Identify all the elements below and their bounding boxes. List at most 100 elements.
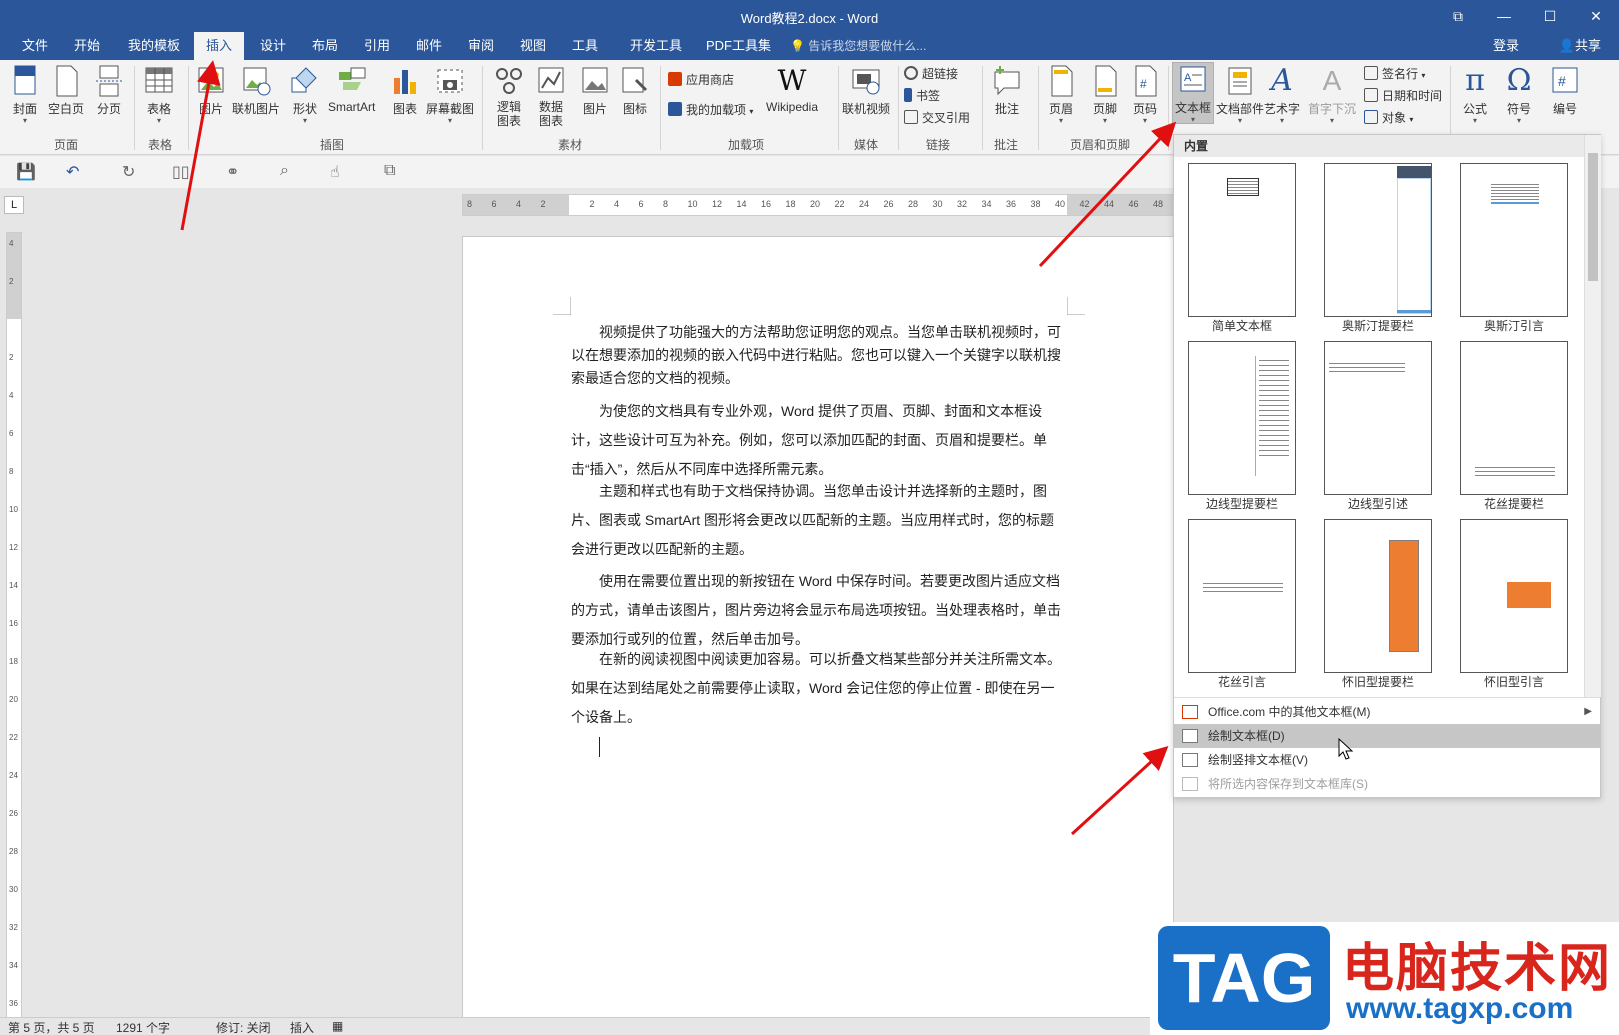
data-chart-button[interactable]: 数据 图表 <box>536 64 566 128</box>
my-addins-button[interactable]: 我的加载项 ▾ <box>668 100 753 120</box>
draw-vertical-textbox-menu-item[interactable]: 绘制竖排文本框(V) <box>1174 748 1600 772</box>
gallery-thumb-retro-quote[interactable] <box>1460 519 1568 673</box>
signature-line-button[interactable]: 签名行 ▾ <box>1364 64 1425 84</box>
footer-button[interactable]: 页脚 ▾ <box>1090 64 1120 125</box>
gallery-thumb-austin-quote[interactable] <box>1460 163 1568 317</box>
tab-selector[interactable]: L <box>4 196 24 214</box>
draw-textbox-menu-item[interactable]: 绘制文本框(D) <box>1174 724 1600 748</box>
window-title: Word教程2.docx - Word <box>740 11 879 26</box>
minimize-button[interactable]: — <box>1481 0 1527 32</box>
online-video-button[interactable]: 联机视频 <box>842 64 890 117</box>
scrollbar-thumb[interactable] <box>1588 153 1598 281</box>
page-number-button[interactable]: # 页码 ▾ <box>1130 64 1160 125</box>
page-break-button[interactable]: 分页 <box>94 64 124 117</box>
undo-icon[interactable]: ↶ <box>66 162 79 182</box>
tab-view[interactable]: 视图 <box>514 32 552 60</box>
page-count[interactable]: 第 5 页，共 5 页 <box>8 1019 95 1035</box>
gallery-thumb-filigree-quote[interactable] <box>1188 519 1296 673</box>
symbol-button[interactable]: Ω 符号 ▾ <box>1504 64 1534 125</box>
chart-icon <box>394 70 416 94</box>
comment-button[interactable]: 批注 <box>992 64 1022 117</box>
touch-mode-icon[interactable]: ☝ <box>330 162 340 182</box>
object-button[interactable]: 对象 ▾ <box>1364 108 1413 128</box>
lightbulb-icon: 💡 <box>790 39 805 53</box>
tab-design[interactable]: 设计 <box>254 32 292 60</box>
read-mode-icon[interactable]: ▯▯ <box>172 162 190 182</box>
wordart-button[interactable]: A 艺术字 ▾ <box>1264 64 1300 125</box>
picture-button[interactable]: 图片 <box>196 64 226 117</box>
tab-file[interactable]: 文件 <box>16 32 54 60</box>
tab-developer[interactable]: 开发工具 <box>624 32 688 60</box>
gallery-thumb-border-sidebar[interactable] <box>1188 341 1296 495</box>
link-icon[interactable]: ⚭ <box>226 162 239 182</box>
gallery-thumb-austin-sidebar[interactable] <box>1324 163 1432 317</box>
table-button[interactable]: 表格 ▾ <box>144 64 174 125</box>
ruler-tick-label: 10 <box>687 199 698 209</box>
textbox-button[interactable]: A 文本框 ▾ <box>1172 62 1214 124</box>
maximize-button[interactable]: ☐ <box>1527 0 1573 32</box>
tab-pdf-tools[interactable]: PDF工具集 <box>700 32 777 60</box>
tab-my-templates[interactable]: 我的模板 <box>122 32 186 60</box>
wikipedia-button[interactable]: W Wikipedia <box>766 64 818 114</box>
login-link[interactable]: 登录 <box>1493 32 1519 60</box>
group-label-illustrations: 插图 <box>320 138 345 152</box>
svg-text:#: # <box>1558 73 1566 89</box>
save-icon[interactable]: 💾 <box>16 162 36 182</box>
save-selection-menu-item: 将所选内容保存到文本框库(S) <box>1174 772 1600 796</box>
logic-chart-button[interactable]: 逻辑 图表 <box>494 64 524 128</box>
shapes-button[interactable]: 形状 ▾ <box>290 64 320 125</box>
tab-references[interactable]: 引用 <box>358 32 396 60</box>
gallery-thumb-simple[interactable] <box>1188 163 1296 317</box>
header-button[interactable]: 页眉 ▾ <box>1046 64 1076 125</box>
print-preview-icon[interactable]: ⌕ <box>280 162 289 180</box>
tab-tools[interactable]: 工具 <box>566 32 604 60</box>
macro-icon[interactable]: ▦ <box>332 1019 343 1033</box>
tab-layout[interactable]: 布局 <box>306 32 344 60</box>
share-button[interactable]: 👤共享 <box>1559 32 1601 60</box>
quick-parts-button[interactable]: 文档部件 ▾ <box>1216 64 1264 125</box>
cover-page-button[interactable]: 封面 ▾ <box>10 64 40 125</box>
tab-home[interactable]: 开始 <box>68 32 106 60</box>
chart-button[interactable]: 图表 <box>390 64 420 117</box>
more-textboxes-menu-item[interactable]: Office.com 中的其他文本框(M) ▶ <box>1174 700 1600 724</box>
close-button[interactable]: ✕ <box>1573 0 1619 32</box>
equation-button[interactable]: π 公式 ▾ <box>1460 64 1490 125</box>
cross-reference-button[interactable]: 交叉引用 <box>904 108 970 128</box>
group-separator <box>982 66 983 150</box>
online-picture-button[interactable]: 联机图片 <box>232 64 280 117</box>
numbering-button[interactable]: # 编号 <box>1550 64 1580 117</box>
gallery-thumb-retro-sidebar[interactable] <box>1324 519 1432 673</box>
vertical-ruler[interactable]: 4 2 2 4 6 8 10 12 14 16 18 20 22 24 26 28 30 32 34 36 <box>6 232 22 1022</box>
ruler-tick-label: 24 <box>859 199 870 209</box>
word-count[interactable]: 1291 个字 <box>116 1019 170 1035</box>
tab-insert[interactable]: 插入 <box>194 32 245 60</box>
tab-mailings[interactable]: 邮件 <box>410 32 448 60</box>
tell-me-box[interactable]: 💡 告诉我您想要做什么... <box>790 32 926 60</box>
horizontal-ruler[interactable]: 8 6 4 2 2 4 6 8 10 12 14 16 18 20 22 24 26 28 30 32 34 36 38 40… <box>462 194 1175 216</box>
redo-icon[interactable]: ↻ <box>122 162 135 182</box>
window-switch-icon[interactable]: ⧉ <box>384 162 395 180</box>
gallery-label: 花丝提要栏 <box>1483 497 1544 511</box>
document-page[interactable]: 视频提供了功能强大的方法帮助您证明您的观点。当您单击联机视频时，可以在想要添加的… <box>462 236 1174 1026</box>
ruler-tick-label: 46 <box>1128 199 1139 209</box>
drop-cap-button[interactable]: A 首字下沉 ▾ <box>1308 64 1356 125</box>
insert-mode-status[interactable]: 插入 <box>290 1019 314 1035</box>
group-label-tables: 表格 <box>148 138 173 152</box>
material-picture-button[interactable]: 图片 <box>580 64 610 117</box>
track-changes-status[interactable]: 修订: 关闭 <box>216 1019 271 1035</box>
bookmark-button[interactable]: 书签 <box>904 86 940 106</box>
gallery-scrollbar[interactable] <box>1584 135 1601 697</box>
gallery-thumb-filigree-sidebar[interactable] <box>1460 341 1568 495</box>
hyperlink-button[interactable]: 超链接 <box>904 64 958 84</box>
screenshot-button[interactable]: 屏幕截图 ▾ <box>426 64 474 125</box>
gallery-thumb-border-quote[interactable] <box>1324 341 1432 495</box>
store-button[interactable]: 应用商店 <box>668 70 734 90</box>
tell-me-text: 告诉我您想要做什么... <box>808 39 927 53</box>
smartart-button[interactable]: SmartArt <box>328 64 375 114</box>
ribbon-display-icon[interactable]: ⧉ <box>1435 0 1481 32</box>
icons-button[interactable]: 图标 <box>620 64 650 117</box>
blank-page-button[interactable]: 空白页 <box>48 64 84 117</box>
date-time-button[interactable]: 日期和时间 <box>1364 86 1442 106</box>
tab-review[interactable]: 审阅 <box>462 32 500 60</box>
share-label: 共享 <box>1574 38 1601 53</box>
